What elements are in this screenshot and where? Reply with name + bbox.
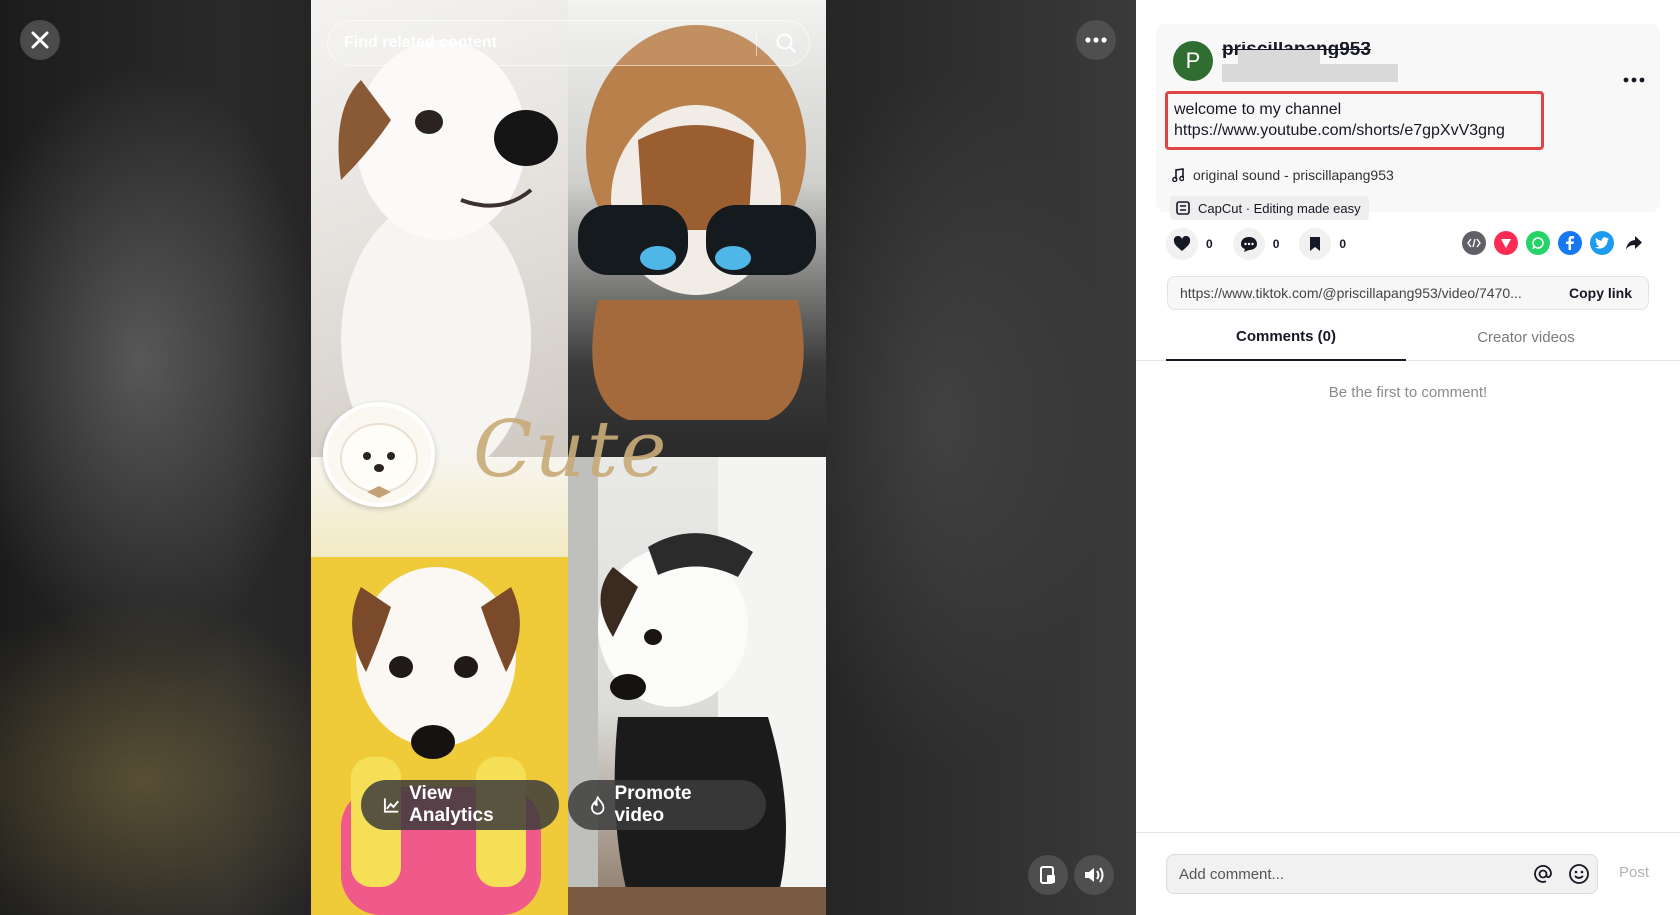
video-panel-top-left (311, 0, 568, 457)
capcut-tag[interactable]: CapCut · Editing made easy (1170, 196, 1369, 220)
copy-link-button[interactable]: Copy link (1553, 285, 1648, 301)
cute-overlay-text: Cute (473, 405, 669, 495)
more-dots-icon (1085, 37, 1107, 43)
promote-video-button[interactable]: Promote video (568, 780, 766, 830)
heart-icon[interactable] (1166, 228, 1198, 260)
avatar[interactable]: P (1173, 41, 1213, 81)
close-button[interactable] (20, 20, 60, 60)
description-line-1: welcome to my channel (1174, 101, 1342, 118)
mini-player-button[interactable] (1028, 855, 1068, 895)
redacted-nickname-block (1222, 64, 1398, 82)
card-more-button[interactable] (1618, 68, 1650, 92)
video-panel-top-right (568, 0, 826, 457)
more-dots-icon (1623, 77, 1645, 83)
comment-input-box[interactable] (1166, 854, 1598, 894)
like-action[interactable]: 0 (1166, 228, 1213, 260)
facebook-icon[interactable] (1558, 231, 1582, 255)
post-comment-button[interactable]: Post (1619, 864, 1649, 881)
close-icon (31, 31, 49, 49)
search-placeholder[interactable]: Find related content (344, 34, 756, 52)
flame-icon (591, 795, 605, 815)
promote-video-label: Promote video (614, 783, 692, 826)
sound-label: original sound - priscillapang953 (1193, 167, 1394, 183)
original-sound[interactable]: original sound - priscillapang953 (1172, 167, 1394, 183)
search-icon[interactable] (769, 26, 803, 60)
post-description: welcome to my channel https://www.youtub… (1165, 91, 1544, 150)
like-count: 0 (1206, 237, 1213, 251)
view-analytics-button[interactable]: View Analytics (361, 780, 559, 830)
send-icon[interactable] (1494, 231, 1518, 255)
comment-icon[interactable] (1232, 228, 1265, 260)
search-bar[interactable]: Find related content (327, 20, 810, 66)
volume-button[interactable] (1074, 855, 1114, 895)
embed-icon[interactable] (1462, 231, 1486, 255)
sidebar-tabs: Comments (0) Creator videos (1136, 313, 1680, 361)
share-arrow-icon[interactable] (1622, 231, 1646, 255)
save-action[interactable]: 0 (1299, 228, 1346, 260)
share-link-row: https://www.tiktok.com/@priscillapang953… (1167, 276, 1649, 310)
save-count: 0 (1339, 237, 1347, 251)
comment-count: 0 (1272, 237, 1280, 251)
puppy-sticker (323, 402, 435, 507)
emoji-icon[interactable] (1561, 856, 1597, 892)
tab-creator-videos[interactable]: Creator videos (1406, 313, 1646, 361)
tab-comments[interactable]: Comments (0) (1166, 313, 1406, 361)
share-buttons (1462, 231, 1646, 255)
capcut-label: CapCut · Editing made easy (1198, 200, 1361, 216)
twitter-icon[interactable] (1590, 231, 1614, 255)
comment-input[interactable] (1177, 864, 1525, 884)
music-note-icon (1172, 168, 1184, 182)
mini-player-icon (1040, 866, 1055, 884)
view-analytics-label: View Analytics (409, 783, 494, 826)
mention-icon[interactable] (1525, 856, 1561, 892)
whatsapp-icon[interactable] (1526, 231, 1550, 255)
more-options-button[interactable] (1076, 20, 1116, 60)
share-link-url[interactable]: https://www.tiktok.com/@priscillapang953… (1168, 285, 1553, 301)
post-sidebar: P priscillapang953 welcome to my channel… (1136, 0, 1680, 915)
comment-action[interactable]: 0 (1232, 228, 1280, 260)
post-info-card: P priscillapang953 welcome to my channel… (1156, 24, 1660, 220)
video-panel-bottom-right (568, 457, 826, 915)
capcut-icon (1176, 201, 1190, 215)
bookmark-icon[interactable] (1299, 228, 1332, 260)
comment-composer: Post (1136, 832, 1680, 915)
video-panel-bottom-left (311, 457, 568, 915)
volume-icon (1085, 867, 1104, 883)
analytics-icon (383, 798, 399, 813)
engagement-actions: 0 0 0 (1166, 228, 1366, 260)
video-player[interactable]: Cute Find related content View Analytics… (311, 0, 826, 915)
video-stage: Cute Find related content View Analytics… (0, 0, 1136, 915)
empty-comments-message: Be the first to comment! (1328, 384, 1488, 401)
redacted-username-block (1238, 50, 1320, 64)
description-line-2[interactable]: https://www.youtube.com/shorts/e7gpXvV3g… (1174, 120, 1541, 141)
search-divider (756, 30, 757, 56)
